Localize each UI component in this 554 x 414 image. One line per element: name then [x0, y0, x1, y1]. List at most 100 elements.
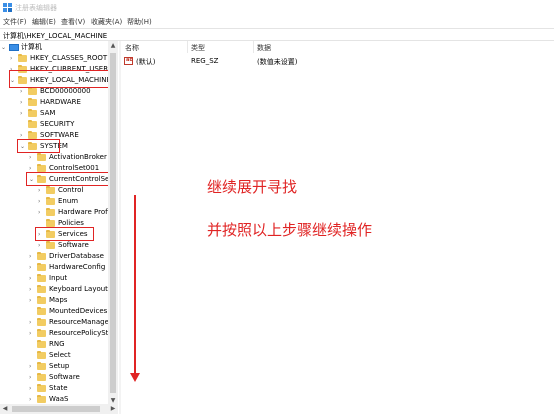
- tree-item-label: Keyboard Layout: [49, 285, 108, 293]
- folder-icon: [37, 296, 46, 304]
- chevron-right-icon[interactable]: ›: [38, 240, 44, 251]
- folder-icon: [37, 164, 46, 172]
- value-data: (数值未设置): [257, 58, 298, 66]
- folder-icon: [46, 186, 55, 194]
- menu-view[interactable]: 查看(V): [61, 17, 85, 27]
- chevron-down-icon[interactable]: ⌄: [1, 42, 7, 53]
- column-header-type[interactable]: 类型: [191, 43, 205, 53]
- folder-icon: [46, 241, 55, 249]
- tree-item-label: Input: [49, 274, 68, 282]
- string-value-icon: ab: [124, 57, 133, 65]
- string-value-icon-label: ab: [126, 57, 133, 63]
- tree-item-label: ResourcePolicySto: [49, 329, 113, 337]
- tree-item-label: ActivationBroker: [49, 153, 107, 161]
- column-header-name[interactable]: 名称: [125, 43, 139, 53]
- tree-item-label: Maps: [49, 296, 68, 304]
- folder-icon: [37, 274, 46, 282]
- tree-item-label: 计算机: [21, 43, 42, 51]
- tree-item-label: MountedDevices: [49, 307, 108, 315]
- folder-icon: [46, 197, 55, 205]
- tree-arrow: [29, 306, 35, 317]
- tree-item-label: DriverDatabase: [49, 252, 104, 260]
- chevron-right-icon[interactable]: ›: [20, 108, 26, 119]
- folder-icon: [28, 109, 37, 117]
- tree-horizontal-scrollbar[interactable]: ◀ ▶: [0, 404, 118, 414]
- highlight-currentcontrolset: [26, 172, 113, 186]
- tree-item-label: Select: [49, 351, 71, 359]
- folder-icon: [37, 285, 46, 293]
- chevron-right-icon[interactable]: ›: [38, 207, 44, 218]
- folder-icon: [37, 318, 46, 326]
- chevron-right-icon[interactable]: ›: [29, 295, 35, 306]
- title-bar: 注册表编辑器: [0, 0, 554, 16]
- value-row-default[interactable]: ab (默认) REG_SZ (数值未设置): [121, 55, 554, 66]
- tree-arrow: [20, 119, 26, 130]
- chevron-right-icon[interactable]: ›: [29, 361, 35, 372]
- folder-icon: [28, 120, 37, 128]
- folder-icon: [37, 384, 46, 392]
- tree-item-label: HardwareConfig: [49, 263, 106, 271]
- chevron-right-icon[interactable]: ›: [29, 284, 35, 295]
- menu-file[interactable]: 文件(F): [3, 17, 27, 27]
- tree-item-label: Control: [58, 186, 84, 194]
- folder-icon: [37, 329, 46, 337]
- chevron-right-icon[interactable]: ›: [29, 317, 35, 328]
- tree-item-label: Software: [58, 241, 89, 249]
- scroll-left-icon[interactable]: ◀: [0, 404, 10, 414]
- menu-help[interactable]: 帮助(H): [127, 17, 152, 27]
- scroll-thumb-horizontal[interactable]: [12, 406, 100, 412]
- address-path: 计算机\HKEY_LOCAL_MACHINE: [3, 32, 108, 40]
- value-name: (默认): [136, 58, 156, 66]
- chevron-right-icon[interactable]: ›: [29, 328, 35, 339]
- chevron-right-icon[interactable]: ›: [10, 53, 16, 64]
- annotation-arrow-down-icon: [130, 373, 140, 382]
- folder-icon: [18, 54, 27, 62]
- tree-item-label: Enum: [58, 197, 79, 205]
- value-type: REG_SZ: [191, 57, 219, 65]
- chevron-right-icon[interactable]: ›: [29, 152, 35, 163]
- folder-icon: [46, 219, 55, 227]
- chevron-right-icon[interactable]: ›: [38, 185, 44, 196]
- folder-icon: [37, 340, 46, 348]
- menu-edit[interactable]: 编辑(E): [32, 17, 56, 27]
- chevron-right-icon[interactable]: ›: [20, 97, 26, 108]
- chevron-right-icon[interactable]: ›: [29, 251, 35, 262]
- highlight-services: [35, 227, 94, 241]
- chevron-right-icon[interactable]: ›: [29, 383, 35, 394]
- folder-icon: [37, 351, 46, 359]
- chevron-right-icon[interactable]: ›: [29, 273, 35, 284]
- menu-favorites[interactable]: 收藏夹(A): [91, 17, 122, 27]
- column-header-data[interactable]: 数据: [257, 43, 271, 53]
- scroll-right-icon[interactable]: ▶: [108, 404, 118, 414]
- tree-item-label: Software: [49, 373, 80, 381]
- tree-item-label: ResourceManager: [49, 318, 112, 326]
- window-title: 注册表编辑器: [15, 4, 57, 12]
- column-divider[interactable]: [253, 41, 254, 53]
- menu-bar: 文件(F) 编辑(E) 查看(V) 收藏夹(A) 帮助(H): [0, 16, 554, 28]
- chevron-right-icon[interactable]: ›: [29, 372, 35, 383]
- annotation-arrow-line: [134, 195, 136, 375]
- folder-icon: [37, 153, 46, 161]
- folder-icon: [28, 131, 37, 139]
- chevron-right-icon[interactable]: ›: [29, 262, 35, 273]
- annotation-note-expand: 继续展开寻找: [207, 178, 298, 196]
- tree-item-label: HKEY_CLASSES_ROOT: [30, 54, 108, 62]
- tree-vertical-scrollbar[interactable]: ▲ ▼: [108, 41, 118, 406]
- folder-icon: [37, 373, 46, 381]
- tree-item-label: RNG: [49, 340, 65, 348]
- address-bar[interactable]: 计算机\HKEY_LOCAL_MACHINE: [0, 28, 554, 41]
- scroll-thumb[interactable]: [110, 53, 116, 393]
- scroll-up-icon[interactable]: ▲: [108, 41, 118, 51]
- tree-arrow: [29, 339, 35, 350]
- chevron-right-icon[interactable]: ›: [38, 196, 44, 207]
- folder-icon: [28, 98, 37, 106]
- computer-icon: [9, 44, 19, 51]
- tree-item-label: SAM: [40, 109, 56, 117]
- tree-item-label: SECURITY: [40, 120, 75, 128]
- tree-item-label: State: [49, 384, 68, 392]
- folder-icon: [37, 252, 46, 260]
- column-divider[interactable]: [187, 41, 188, 53]
- folder-icon: [37, 395, 46, 403]
- folder-icon: [37, 362, 46, 370]
- annotation-note-repeat: 并按照以上步骤继续操作: [207, 221, 373, 239]
